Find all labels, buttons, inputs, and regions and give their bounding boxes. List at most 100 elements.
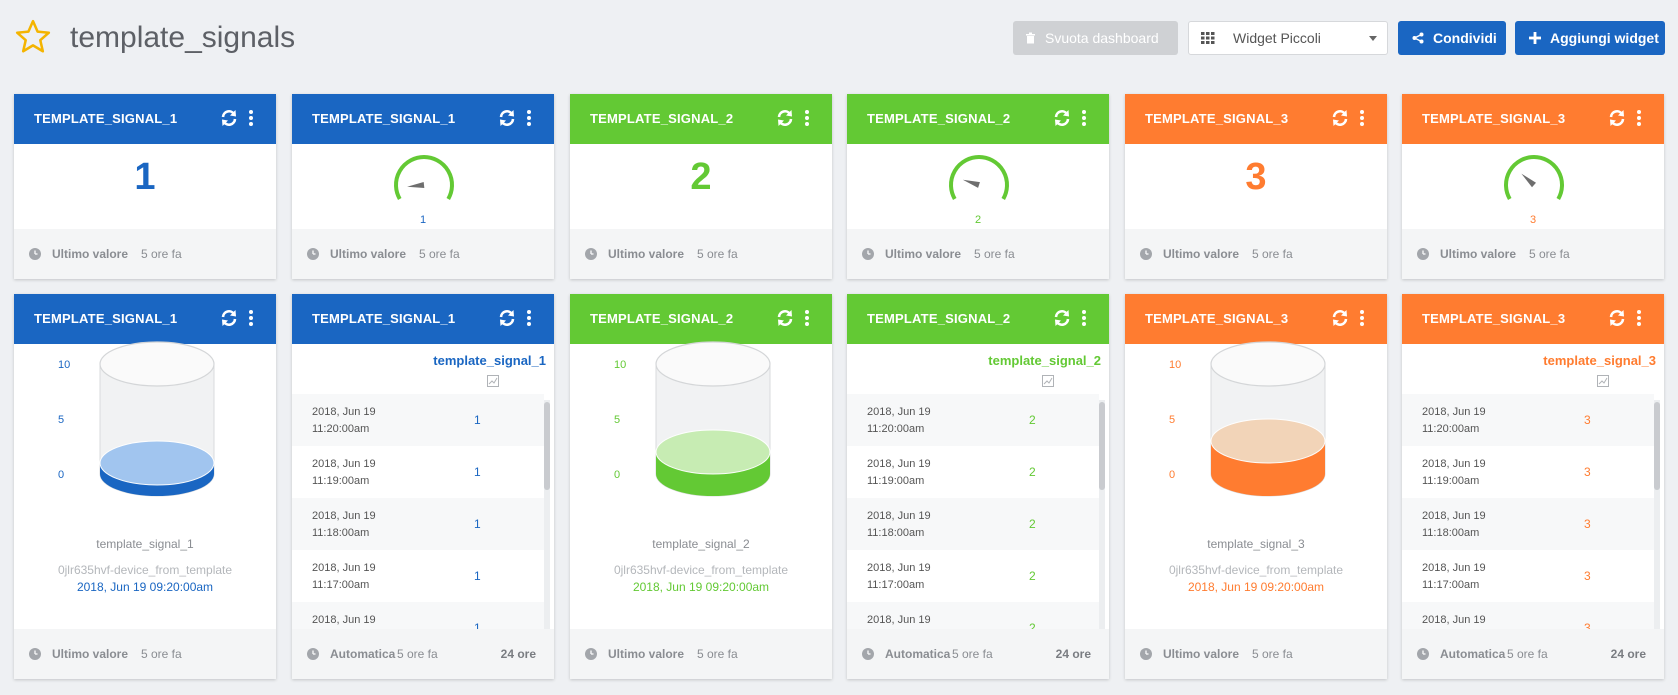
update-mode-label: Ultimo valore xyxy=(52,647,129,661)
scrollbar-thumb[interactable] xyxy=(1654,402,1660,490)
table-row: 2018, Jun 19 11:19:00am 2 xyxy=(847,446,1099,498)
add-widget-label: Aggiungi widget xyxy=(1550,30,1659,46)
kebab-menu-icon[interactable] xyxy=(1636,308,1642,328)
widget-title: TEMPLATE_SIGNAL_2 xyxy=(590,111,734,126)
row-value: 2 xyxy=(1029,569,1036,583)
time-range-label[interactable]: 24 ore xyxy=(1056,647,1091,661)
refresh-icon[interactable] xyxy=(1052,108,1072,128)
refresh-icon[interactable] xyxy=(1607,308,1627,328)
table-scrollbar[interactable] xyxy=(544,400,550,629)
tank-tick-label: 0 xyxy=(1169,469,1175,481)
widget-title: TEMPLATE_SIGNAL_2 xyxy=(867,311,1011,326)
tank-tick-label: 0 xyxy=(614,469,620,481)
refresh-icon[interactable] xyxy=(775,308,795,328)
empty-dashboard-button[interactable]: Svuota dashboard xyxy=(1013,21,1178,55)
row-time: 11:18:00am xyxy=(867,527,925,539)
table-row: 2018, Jun 19 11:18:00am 3 xyxy=(1402,498,1654,550)
kebab-menu-icon[interactable] xyxy=(1636,108,1642,128)
update-mode-label: Ultimo valore xyxy=(1440,247,1517,261)
widget-title: TEMPLATE_SIGNAL_3 xyxy=(1145,311,1289,326)
scrollbar-thumb[interactable] xyxy=(1099,402,1105,490)
kebab-menu-icon[interactable] xyxy=(804,108,810,128)
kebab-menu-icon[interactable] xyxy=(526,108,532,128)
device-name: 0jlr635hvf-device_from_template xyxy=(57,563,233,577)
row-timestamp: 2018, Jun 19 11:20:00am xyxy=(1422,404,1486,438)
update-mode-label: Automatica xyxy=(885,647,951,661)
row-date: 2018, Jun 19 xyxy=(312,510,376,522)
row-value: 2 xyxy=(1029,517,1036,531)
signal-name: template_signal_1 xyxy=(96,537,194,551)
row-timestamp: 2018, Jun 19 11:18:00am xyxy=(312,508,376,542)
chart-toggle-icon[interactable] xyxy=(487,374,499,387)
chevron-down-icon xyxy=(1369,36,1377,41)
kebab-menu-icon[interactable] xyxy=(1081,108,1087,128)
widget-card: TEMPLATE_SIGNAL_3 3 Ultimo valore 5 ore fa xyxy=(1125,94,1387,279)
signal-name: template_signal_2 xyxy=(652,537,750,551)
table-row: 2018, Jun 19 11:19:00am 1 xyxy=(292,446,544,498)
widget-card: TEMPLATE_SIGNAL_1 10 5 0 template_signal_1 0j… xyxy=(14,294,276,679)
scrollbar-thumb[interactable] xyxy=(544,402,550,490)
last-update-time: 5 ore fa xyxy=(952,647,993,661)
row-date: 2018, Jun 19 xyxy=(312,614,376,626)
plus-icon xyxy=(1529,32,1541,44)
clock-icon xyxy=(306,247,320,261)
widget-title: TEMPLATE_SIGNAL_3 xyxy=(1145,111,1289,126)
widget-size-select[interactable]: Widget Piccoli xyxy=(1188,21,1388,55)
share-button[interactable]: Condividi xyxy=(1398,21,1506,55)
tank-liquid-surface xyxy=(99,440,215,486)
widget-header: TEMPLATE_SIGNAL_2 xyxy=(847,294,1109,344)
kebab-menu-icon[interactable] xyxy=(1359,108,1365,128)
signal-name: template_signal_3 xyxy=(1207,537,1305,551)
time-range-label[interactable]: 24 ore xyxy=(501,647,536,661)
row-timestamp: 2018, Jun 19 11:18:00am xyxy=(867,508,931,542)
row-timestamp: 2018, Jun 19 xyxy=(1422,612,1486,629)
kebab-menu-icon[interactable] xyxy=(248,308,254,328)
row-timestamp: 2018, Jun 19 11:20:00am xyxy=(867,404,931,438)
last-timestamp: 2018, Jun 19 09:20:00am xyxy=(1187,580,1325,594)
widget-header: TEMPLATE_SIGNAL_2 xyxy=(847,94,1109,144)
last-update-time: 5 ore fa xyxy=(1529,247,1570,261)
row-value: 3 xyxy=(1584,465,1591,479)
kebab-menu-icon[interactable] xyxy=(804,308,810,328)
add-widget-button[interactable]: Aggiungi widget xyxy=(1515,21,1665,55)
last-update-time: 5 ore fa xyxy=(1507,647,1548,661)
widget-header: TEMPLATE_SIGNAL_3 xyxy=(1125,94,1387,144)
row-date: 2018, Jun 19 xyxy=(312,406,376,418)
star-outline-icon[interactable] xyxy=(14,18,52,56)
row-date: 2018, Jun 19 xyxy=(312,562,376,574)
widget-card: TEMPLATE_SIGNAL_2 2 Ultimo valore 5 ore fa xyxy=(570,94,832,279)
refresh-icon[interactable] xyxy=(219,308,239,328)
last-update-time: 5 ore fa xyxy=(974,247,1015,261)
time-range-label[interactable]: 24 ore xyxy=(1611,647,1646,661)
table-scrollbar[interactable] xyxy=(1654,400,1660,629)
refresh-icon[interactable] xyxy=(1330,108,1350,128)
last-update-time: 5 ore fa xyxy=(1252,247,1293,261)
widget-card: TEMPLATE_SIGNAL_1 template_signal_1 2018, … xyxy=(292,294,554,679)
refresh-icon[interactable] xyxy=(775,108,795,128)
row-timestamp: 2018, Jun 19 xyxy=(312,612,376,629)
kebab-menu-icon[interactable] xyxy=(1359,308,1365,328)
device-name: 0jlr635hvf-device_from_template xyxy=(1168,563,1344,577)
row-date: 2018, Jun 19 xyxy=(867,458,931,470)
refresh-icon[interactable] xyxy=(497,308,517,328)
refresh-icon[interactable] xyxy=(219,108,239,128)
refresh-icon[interactable] xyxy=(1607,108,1627,128)
chart-toggle-icon[interactable] xyxy=(1597,374,1609,387)
row-value: 3 xyxy=(1584,517,1591,531)
update-mode-label: Ultimo valore xyxy=(1163,247,1240,261)
table-row: 2018, Jun 19 11:19:00am 3 xyxy=(1402,446,1654,498)
table-scrollbar[interactable] xyxy=(1099,400,1105,629)
kebab-menu-icon[interactable] xyxy=(248,108,254,128)
kebab-menu-icon[interactable] xyxy=(526,308,532,328)
kebab-menu-icon[interactable] xyxy=(1081,308,1087,328)
table-row: 2018, Jun 19 11:18:00am 2 xyxy=(847,498,1099,550)
row-date: 2018, Jun 19 xyxy=(312,458,376,470)
chart-toggle-icon[interactable] xyxy=(1042,374,1054,387)
widget-size-value: Widget Piccoli xyxy=(1233,30,1321,46)
refresh-icon[interactable] xyxy=(1052,308,1072,328)
refresh-icon[interactable] xyxy=(497,108,517,128)
row-time: 11:19:00am xyxy=(1422,475,1480,487)
tank-chart: 10 5 0 xyxy=(58,341,215,497)
refresh-icon[interactable] xyxy=(1330,308,1350,328)
widget-card: TEMPLATE_SIGNAL_2 2 Ultimo valore 5 ore fa xyxy=(847,94,1109,279)
